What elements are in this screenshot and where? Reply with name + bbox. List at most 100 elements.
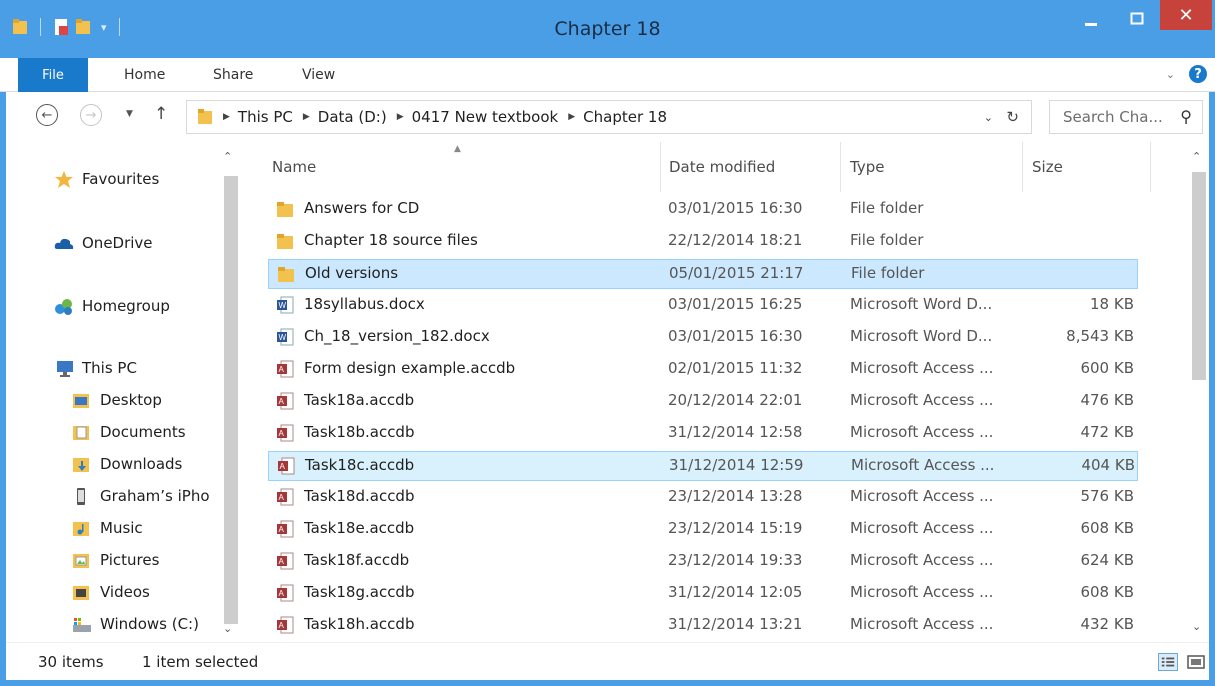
nav-item-windows-c[interactable]: Windows (C:)	[72, 615, 199, 633]
scroll-up-chevron-icon[interactable]: ⌃	[1192, 150, 1201, 163]
breadcrumb-separator-icon[interactable]: ▶	[397, 112, 404, 122]
refresh-icon[interactable]: ↻	[1006, 108, 1019, 126]
file-date: 20/12/2014 22:01	[668, 391, 803, 409]
nav-item-this-pc[interactable]: This PC	[54, 359, 137, 377]
breadcrumb-textbook[interactable]: 0417 New textbook	[412, 108, 559, 126]
close-button[interactable]: ✕	[1160, 0, 1212, 30]
file-row[interactable]: A Task18a.accdb 20/12/2014 22:01 Microsoft …	[268, 387, 1138, 417]
address-bar[interactable]: ▶ This PC ▶ Data (D:) ▶ 0417 New textboo…	[186, 100, 1032, 134]
minimize-icon	[1085, 23, 1097, 26]
minimize-button[interactable]	[1074, 6, 1108, 36]
file-type: Microsoft Access ...	[851, 456, 995, 474]
column-type[interactable]: Type	[850, 158, 884, 176]
expand-ribbon-chevron-icon[interactable]: ⌄	[1166, 68, 1175, 81]
breadcrumb-chapter[interactable]: Chapter 18	[583, 108, 667, 126]
help-icon[interactable]: ?	[1189, 65, 1207, 83]
column-divider[interactable]	[660, 142, 661, 192]
file-row[interactable]: A Task18b.accdb 31/12/2014 12:58 Microsoft …	[268, 419, 1138, 449]
file-date: 31/12/2014 12:58	[668, 423, 803, 441]
file-row[interactable]: A Task18c.accdb 31/12/2014 12:59 Microsoft …	[268, 451, 1138, 481]
scroll-down-chevron-icon[interactable]: ⌄	[223, 622, 232, 635]
nav-item-iphone[interactable]: Graham’s iPho	[72, 487, 210, 505]
tab-file[interactable]: File	[18, 58, 88, 92]
maximize-button[interactable]	[1120, 4, 1154, 34]
forward-button[interactable]: →	[80, 104, 102, 126]
scroll-down-chevron-icon[interactable]: ⌄	[1192, 620, 1201, 633]
column-date-modified[interactable]: Date modified	[669, 158, 775, 176]
file-row[interactable]: W 18syllabus.docx 03/01/2015 16:25 Microsof…	[268, 291, 1138, 321]
file-name: Ch_18_version_182.docx	[304, 327, 490, 345]
search-icon[interactable]: ⚲	[1180, 107, 1192, 126]
nav-item-documents[interactable]: Documents	[72, 423, 186, 441]
file-list-scroll-thumb[interactable]	[1192, 172, 1206, 380]
file-row[interactable]: Old versions 05/01/2015 21:17 File folder	[268, 259, 1138, 289]
pictures-folder-icon	[73, 553, 89, 568]
column-divider[interactable]	[1022, 142, 1023, 192]
recent-locations-chevron-icon[interactable]: ▼	[126, 109, 133, 119]
nav-item-desktop[interactable]: Desktop	[72, 391, 162, 409]
column-size[interactable]: Size	[1032, 158, 1063, 176]
file-row[interactable]: A Task18e.accdb 23/12/2014 15:19 Microsoft …	[268, 515, 1138, 545]
nav-scroll-thumb[interactable]	[224, 176, 238, 624]
nav-item-homegroup[interactable]: Homegroup	[54, 297, 170, 315]
documents-folder-icon	[73, 425, 89, 440]
large-icons-view-icon[interactable]	[1186, 653, 1206, 671]
file-row[interactable]: A Task18g.accdb 31/12/2014 12:05 Microsoft …	[268, 579, 1138, 609]
file-type: Microsoft Access ...	[850, 391, 994, 409]
column-divider[interactable]	[840, 142, 841, 192]
file-date: 31/12/2014 13:21	[668, 615, 803, 633]
up-arrow-icon[interactable]: ↑	[154, 104, 168, 124]
scroll-up-chevron-icon[interactable]: ⌃	[223, 150, 232, 163]
access-db-icon: A	[277, 584, 294, 602]
details-view-icon[interactable]	[1158, 653, 1178, 671]
column-name[interactable]: Name	[272, 158, 316, 176]
file-row[interactable]: Answers for CD 03/01/2015 16:30 File folde…	[268, 195, 1138, 225]
status-bar: 30 items 1 item selected	[6, 642, 1209, 680]
file-name: Task18a.accdb	[304, 391, 415, 409]
file-row[interactable]: Chapter 18 source files 22/12/2014 18:21 F…	[268, 227, 1138, 257]
file-row[interactable]: A Task18d.accdb 23/12/2014 13:28 Microsoft …	[268, 483, 1138, 513]
access-db-icon: A	[277, 552, 294, 570]
file-row[interactable]: W Ch_18_version_182.docx 03/01/2015 16:30 M…	[268, 323, 1138, 353]
nav-scrollbar[interactable]: ⌃ ⌄	[220, 142, 240, 642]
drive-icon	[73, 617, 91, 632]
file-list: ▲ Name Date modified Type Size Answers f…	[242, 142, 1202, 642]
file-row[interactable]: A Task18f.accdb 23/12/2014 19:33 Microsoft …	[268, 547, 1138, 577]
nav-item-videos[interactable]: Videos	[72, 583, 150, 601]
nav-item-downloads[interactable]: Downloads	[72, 455, 182, 473]
access-db-icon: A	[277, 488, 294, 506]
tab-view[interactable]: View	[302, 67, 335, 83]
music-folder-icon	[73, 521, 89, 536]
file-type: Microsoft Access ...	[850, 359, 994, 377]
search-input[interactable]: Search Cha... ⚲	[1049, 100, 1203, 134]
file-date: 31/12/2014 12:59	[669, 456, 804, 474]
tab-home[interactable]: Home	[124, 67, 165, 83]
breadcrumb-this-pc[interactable]: This PC	[238, 108, 293, 126]
nav-item-music[interactable]: Music	[72, 519, 143, 537]
folder-icon	[278, 267, 294, 282]
file-size: 432 KB	[1080, 615, 1134, 633]
svg-text:A: A	[279, 493, 285, 502]
word-doc-icon: W	[277, 328, 294, 346]
nav-item-pictures[interactable]: Pictures	[72, 551, 159, 569]
file-row[interactable]: A Task18h.accdb 31/12/2014 13:21 Microsoft …	[268, 611, 1138, 641]
svg-text:A: A	[279, 365, 285, 374]
nav-item-onedrive[interactable]: OneDrive	[54, 234, 153, 252]
breadcrumb-separator-icon[interactable]: ▶	[303, 112, 310, 122]
address-dropdown-chevron-icon[interactable]: ⌄	[984, 111, 993, 124]
file-list-scrollbar[interactable]: ⌃ ⌄	[1186, 142, 1209, 642]
column-divider[interactable]	[1150, 142, 1151, 192]
nav-item-favourites[interactable]: Favourites	[54, 170, 159, 188]
tab-share[interactable]: Share	[213, 67, 253, 83]
file-size: 8,543 KB	[1066, 327, 1134, 345]
file-date: 22/12/2014 18:21	[668, 231, 803, 249]
file-size: 404 KB	[1081, 456, 1135, 474]
nav-label: Pictures	[100, 551, 160, 569]
file-row[interactable]: A Form design example.accdb 02/01/2015 11:…	[268, 355, 1138, 385]
breadcrumb-data-drive[interactable]: Data (D:)	[318, 108, 387, 126]
file-name: Task18h.accdb	[304, 615, 415, 633]
back-button[interactable]: ←	[36, 104, 58, 126]
breadcrumb-separator-icon[interactable]: ▶	[568, 112, 575, 122]
ribbon-tabs: File Home Share View ⌄ ?	[0, 58, 1215, 92]
breadcrumb-separator-icon[interactable]: ▶	[223, 112, 230, 122]
